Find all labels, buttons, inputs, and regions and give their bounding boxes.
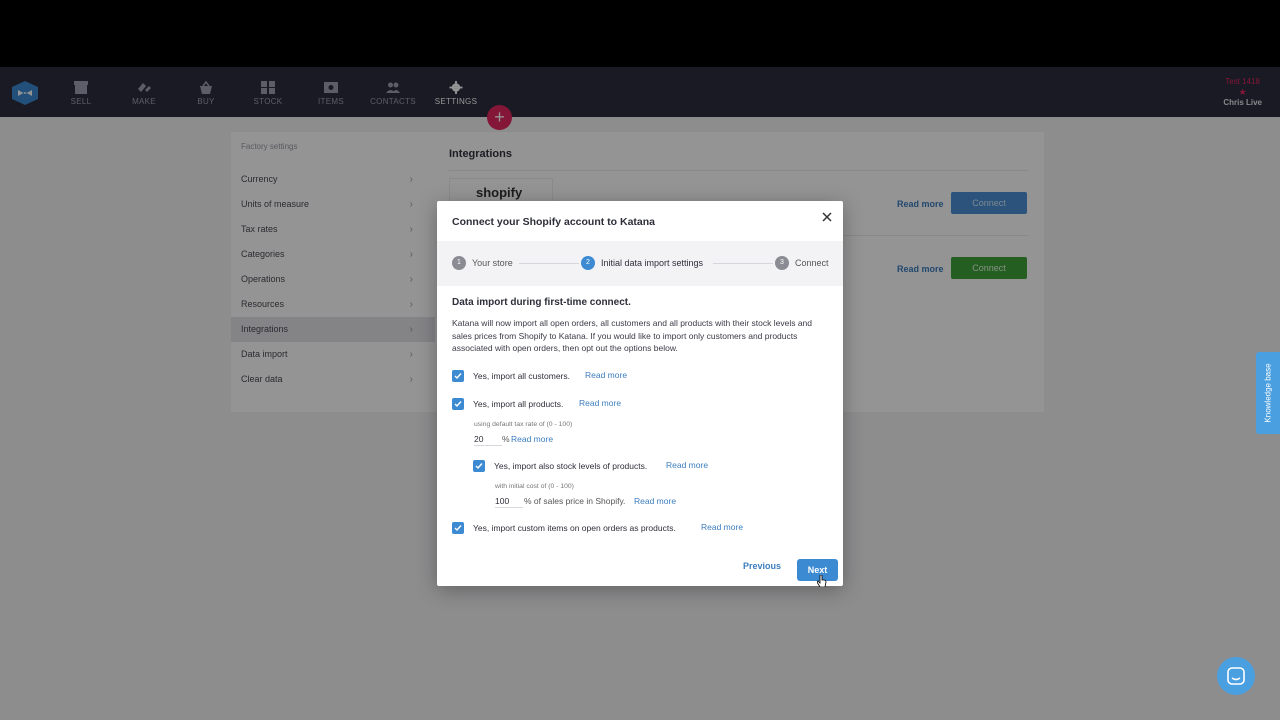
customers-checkbox[interactable]: [452, 370, 464, 382]
check-icon: [454, 525, 462, 532]
step-label: Your store: [472, 258, 513, 268]
initial-cost-label: with initial cost of (0 - 100): [495, 483, 574, 490]
step-connector: [713, 263, 773, 264]
step-number: 2: [581, 256, 595, 270]
step-number: 1: [452, 256, 466, 270]
dialog-title: Connect your Shopify account to Katana: [452, 216, 656, 228]
step-label: Initial data import settings: [601, 258, 704, 268]
read-more-link[interactable]: Read more: [579, 398, 621, 408]
knowledge-base-label: Knowledge base: [1263, 363, 1273, 423]
read-more-link[interactable]: Read more: [701, 522, 743, 532]
stock-levels-checkbox[interactable]: [473, 460, 485, 472]
knowledge-base-tab[interactable]: Knowledge base: [1256, 352, 1280, 434]
previous-button[interactable]: Previous: [743, 561, 781, 571]
customers-option-label: Yes, import all customers.: [473, 371, 570, 381]
products-checkbox[interactable]: [452, 398, 464, 410]
stock-levels-option-label: Yes, import also stock levels of product…: [494, 461, 648, 471]
step-connector: [519, 263, 579, 264]
check-icon: [454, 373, 462, 380]
products-option-label: Yes, import all products.: [473, 399, 564, 409]
chat-icon: [1227, 667, 1245, 685]
check-icon: [454, 401, 462, 408]
section-title: Data import during first-time connect.: [452, 297, 631, 308]
initial-cost-input[interactable]: [495, 495, 523, 508]
step-number: 3: [775, 256, 789, 270]
read-more-link[interactable]: Read more: [634, 496, 676, 506]
check-icon: [475, 463, 483, 470]
tax-rate-input[interactable]: [474, 433, 502, 446]
description-text: Katana will now import all open orders, …: [452, 318, 813, 354]
close-icon[interactable]: [820, 210, 834, 224]
step-your-store: 1 Your store: [452, 256, 513, 270]
step-connect: 3 Connect: [775, 256, 829, 270]
read-more-link[interactable]: Read more: [666, 460, 708, 470]
step-import-settings: 2 Initial data import settings: [581, 256, 703, 270]
chat-button[interactable]: [1217, 657, 1255, 695]
shopify-connect-dialog: Connect your Shopify account to Katana 1…: [437, 201, 843, 586]
mouse-cursor-icon: [817, 575, 827, 587]
read-more-link[interactable]: Read more: [585, 370, 627, 380]
read-more-link[interactable]: Read more: [511, 434, 553, 444]
custom-items-checkbox[interactable]: [452, 522, 464, 534]
initial-cost-suffix: % of sales price in Shopify.: [524, 496, 626, 506]
stepper: 1 Your store 2 Initial data import setting…: [437, 241, 843, 286]
step-label: Connect: [795, 258, 829, 268]
letterbox-top: [0, 0, 1280, 67]
tax-rate-label: using default tax rate of (0 - 100): [474, 421, 573, 428]
tax-rate-suffix: %: [502, 434, 510, 444]
custom-items-option-label: Yes, import custom items on open orders …: [473, 523, 676, 533]
